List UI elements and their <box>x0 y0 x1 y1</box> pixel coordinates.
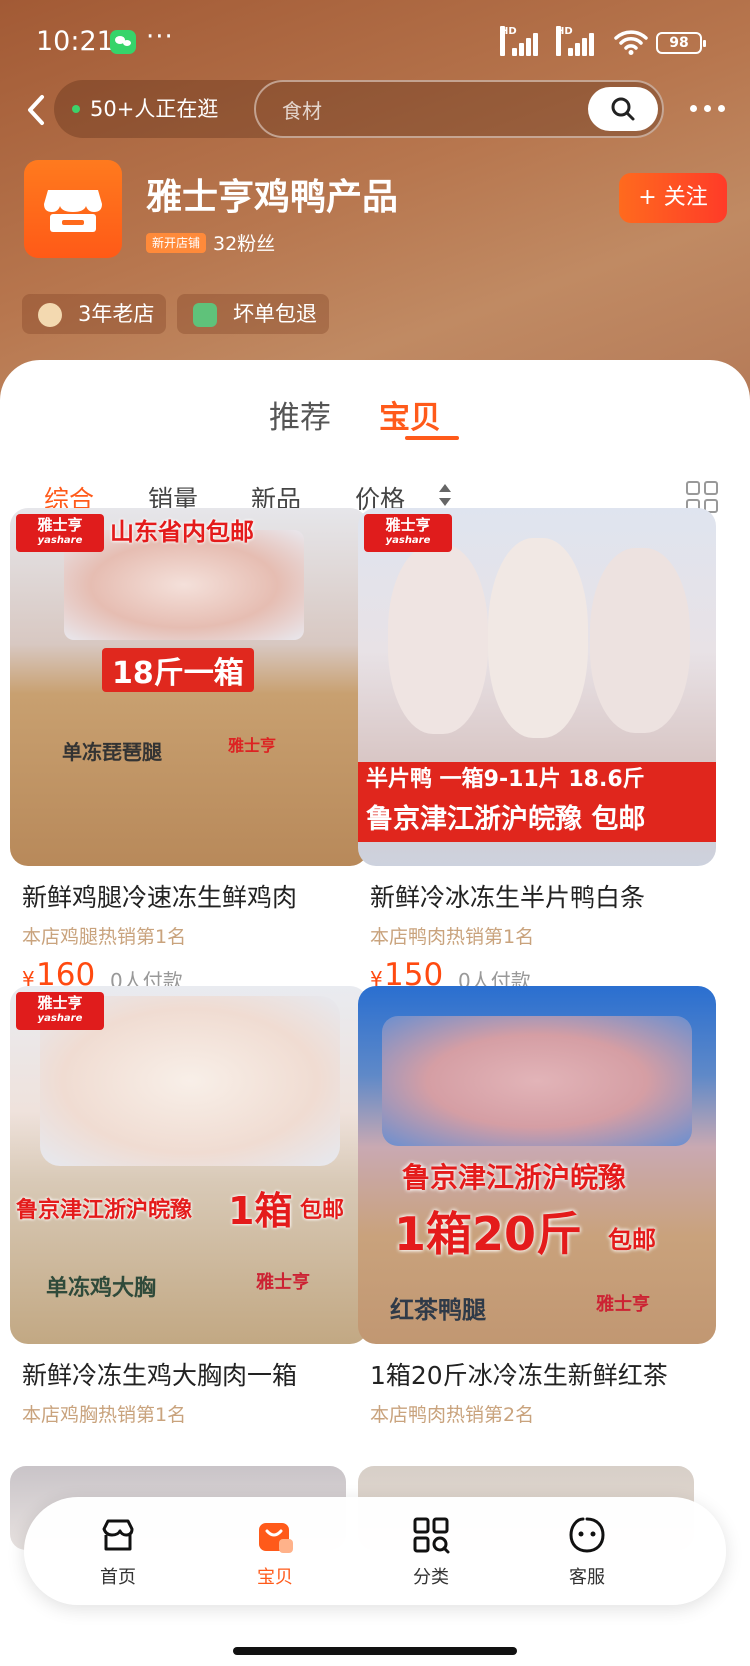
more-options-icon[interactable] <box>690 96 730 120</box>
home-indicator <box>233 1647 517 1655</box>
nav-customer-service[interactable]: 客服 <box>527 1497 647 1605</box>
battery-icon: 98 <box>656 32 706 54</box>
search-placeholder: 食材 <box>282 99 322 123</box>
live-dot-icon <box>72 105 80 113</box>
nav-customer-service-label: 客服 <box>569 1567 605 1588</box>
brand-logo: 雅士亨 yashare <box>16 514 104 552</box>
nav-categories-label: 分类 <box>413 1567 449 1588</box>
product-image[interactable]: 雅士亨 yashare 山东省内包邮 18斤一箱 单冻琵琶腿 雅士亨 <box>10 508 368 866</box>
active-tab-indicator <box>405 436 459 440</box>
search-icon <box>611 97 635 121</box>
shopping-bag-icon <box>259 1523 293 1553</box>
store-icon <box>44 190 102 232</box>
product-title[interactable]: 新鲜鸡腿冷速冻生鲜鸡肉 <box>22 878 297 914</box>
tab-products[interactable]: 宝贝 <box>379 392 441 437</box>
search-button[interactable] <box>588 87 658 131</box>
image-caption-shipping: 包邮 <box>608 1226 656 1254</box>
shop-age-badge[interactable]: 3年老店 <box>22 294 166 334</box>
image-caption-region: 鲁京津江浙沪皖豫 <box>16 1198 193 1223</box>
duck-half-photo <box>488 538 588 738</box>
more-notifications-icon: ··· <box>146 22 174 52</box>
product-title[interactable]: 1箱20斤冰冷冻生新鲜红茶 <box>370 1356 668 1392</box>
signal-icon-2: HD <box>556 26 594 56</box>
search-input[interactable]: 食材 <box>254 80 664 138</box>
image-box-print: 红茶鸭腿 <box>390 1296 486 1324</box>
categories-grid-icon <box>413 1517 450 1554</box>
price-sort-arrows-icon[interactable] <box>437 481 453 509</box>
back-arrow-icon[interactable] <box>22 92 52 128</box>
shop-name: 雅士亨鸡鸭产品 <box>146 177 399 218</box>
follow-button[interactable]: + 关注 <box>619 173 727 223</box>
product-rank: 本店鸡胸热销第1名 <box>22 1404 187 1426</box>
product-title[interactable]: 新鲜冷冰冻生半片鸭白条 <box>370 878 645 914</box>
status-time: 10:21 <box>36 26 114 57</box>
image-caption-weight: 18斤一箱 <box>102 648 254 692</box>
duck-legs-photo <box>382 1016 692 1146</box>
live-visitors-text: 50+人正在逛 <box>90 97 219 121</box>
product-rank: 本店鸡腿热销第1名 <box>22 926 187 948</box>
product-image[interactable]: 雅士亨 yashare 半片鸭 一箱9-11片 18.6斤 鲁京津江浙沪皖豫 包邮 <box>358 508 716 866</box>
image-box-brand: 雅士亨 <box>256 1272 310 1293</box>
image-box-print: 单冻鸡大胸 <box>46 1276 157 1301</box>
return-guarantee-icon <box>193 303 217 327</box>
signal-icon: HD <box>500 26 538 56</box>
product-rank: 本店鸭肉热销第2名 <box>370 1404 535 1426</box>
image-caption-shipping: 鲁京津江浙沪皖豫 包邮 <box>358 798 716 842</box>
product-rank: 本店鸭肉热销第1名 <box>370 926 535 948</box>
image-caption-shipping: 山东省内包邮 <box>110 518 254 546</box>
product-title[interactable]: 新鲜冷冻生鸡大胸肉一箱 <box>22 1356 297 1392</box>
image-caption-qty: 1箱 <box>228 1189 293 1233</box>
image-caption-spec: 半片鸭 一箱9-11片 18.6斤 <box>358 762 716 798</box>
brand-logo: 雅士亨 yashare <box>364 514 452 552</box>
product-image[interactable]: 雅士亨 yashare 鲁京津江浙沪皖豫 1箱 包邮 单冻鸡大胸 雅士亨 <box>10 986 368 1344</box>
shop-age-icon <box>38 303 62 327</box>
product-image[interactable]: 鲁京津江浙沪皖豫 1箱20斤 包邮 红茶鸭腿 雅士亨 <box>358 986 716 1344</box>
image-caption-region: 鲁京津江浙沪皖豫 <box>402 1161 627 1194</box>
image-box-brand: 雅士亨 <box>596 1294 650 1315</box>
new-shop-badge: 新开店铺 <box>146 233 207 253</box>
image-caption-shipping: 包邮 <box>300 1198 345 1223</box>
image-caption-qty: 1箱20斤 <box>394 1207 583 1261</box>
wechat-icon <box>110 30 136 54</box>
tab-recommend[interactable]: 推荐 <box>269 392 331 437</box>
nav-products-label: 宝贝 <box>257 1567 293 1588</box>
nav-home[interactable]: 首页 <box>58 1497 178 1605</box>
customer-service-icon <box>569 1517 605 1553</box>
nav-products[interactable]: 宝贝 <box>215 1497 335 1605</box>
status-bar: 10:21 ··· HD HD 98 <box>0 0 750 88</box>
shop-age-label: 3年老店 <box>78 302 155 326</box>
nav-categories[interactable]: 分类 <box>371 1497 491 1605</box>
return-guarantee-badge[interactable]: 坏单包退 <box>177 294 329 334</box>
duck-half-photo <box>388 544 488 734</box>
image-box-print: 单冻琵琶腿 <box>62 740 162 764</box>
fan-count: 32粉丝 <box>213 233 276 255</box>
duck-half-photo <box>590 548 690 733</box>
shop-logo[interactable] <box>24 160 122 258</box>
return-guarantee-label: 坏单包退 <box>233 302 317 326</box>
brand-logo: 雅士亨 yashare <box>16 992 104 1030</box>
home-store-icon <box>102 1519 134 1551</box>
wifi-icon <box>614 30 648 55</box>
nav-home-label: 首页 <box>100 1567 136 1588</box>
bottom-navigation: 首页 宝贝 分类 客服 <box>24 1497 726 1605</box>
image-box-brand: 雅士亨 <box>228 736 277 755</box>
